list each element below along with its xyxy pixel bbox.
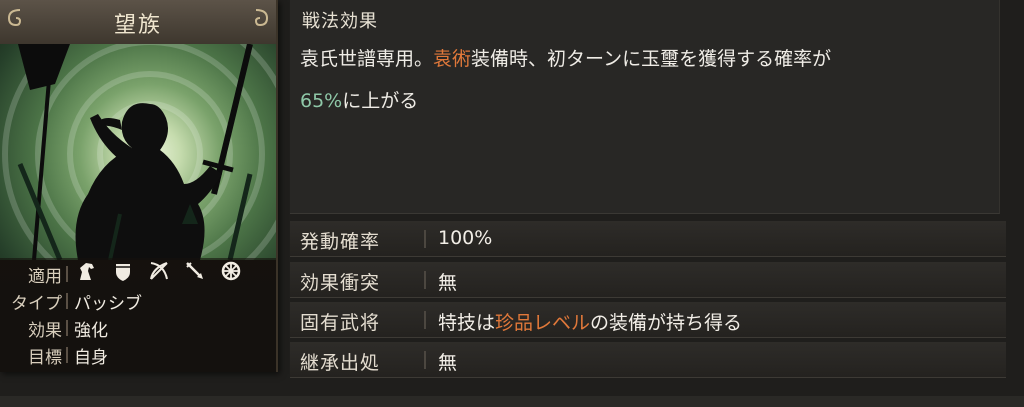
tactic-card: 望族 適用 タイプ パッシブ 効果 強化 目標 自身 bbox=[0, 0, 278, 372]
divider bbox=[424, 311, 426, 329]
divider bbox=[424, 271, 426, 289]
info-label: 効果 bbox=[28, 321, 62, 341]
attr-label: 発動確率 bbox=[300, 231, 381, 253]
type-row: タイプ パッシブ bbox=[0, 287, 276, 314]
divider bbox=[424, 351, 426, 369]
divider bbox=[66, 266, 68, 282]
effect-text-segment: に上がる bbox=[342, 90, 419, 112]
inheritance-source-value: 無 bbox=[438, 352, 458, 374]
activation-rate-value: 100% bbox=[438, 227, 493, 249]
divider bbox=[66, 347, 68, 363]
troop-icons bbox=[76, 260, 251, 286]
effect-title: 戦法効果 bbox=[302, 11, 378, 32]
effect-description-panel: 戦法効果 袁氏世譜専用。袁術装備時、初ターンに玉璽を獲得する確率が 65%に上がる bbox=[290, 0, 1000, 214]
general-name-highlight: 袁術 bbox=[433, 48, 472, 70]
divider bbox=[66, 293, 68, 309]
bottom-edge bbox=[0, 396, 1024, 407]
unique-general-value: 特技は珍品レベルの装備が持ち得る bbox=[438, 308, 742, 335]
applicable-troops-row: 適用 bbox=[0, 260, 276, 287]
card-title-bar: 望族 bbox=[0, 0, 276, 45]
spear-icon bbox=[184, 260, 206, 282]
type-value: パッシブ bbox=[74, 294, 142, 314]
unique-general-row: 固有武将 特技は珍品レベルの装備が持ち得る bbox=[290, 302, 1006, 338]
inheritance-source-row: 継承出処 無 bbox=[290, 342, 1006, 378]
scroll-ornament-icon bbox=[254, 9, 269, 27]
effect-text-segment: 袁氏世譜専用。 bbox=[300, 48, 434, 70]
info-label: 適用 bbox=[28, 267, 62, 287]
info-label: タイプ bbox=[11, 294, 62, 314]
effect-description: 袁氏世譜専用。袁術装備時、初ターンに玉璽を獲得する確率が 65%に上がる bbox=[300, 38, 990, 122]
activation-rate-row: 発動確率 100% bbox=[290, 221, 1006, 257]
wheel-icon bbox=[220, 260, 242, 282]
tactic-name: 望族 bbox=[113, 13, 162, 38]
target-row: 目標 自身 bbox=[0, 341, 276, 368]
value-text-segment: の装備が持ち得る bbox=[590, 312, 743, 334]
tactic-portrait bbox=[0, 44, 276, 260]
divider bbox=[66, 320, 68, 336]
shield-icon bbox=[112, 260, 134, 282]
divider bbox=[424, 230, 426, 248]
target-value: 自身 bbox=[74, 348, 108, 368]
card-info-panel: 適用 タイプ パッシブ 効果 強化 目標 自身 bbox=[0, 258, 276, 372]
effect-type-row: 効果 強化 bbox=[0, 314, 276, 341]
value-text-segment: 特技は bbox=[438, 312, 496, 334]
cavalry-icon bbox=[76, 260, 98, 282]
effect-text-segment: 装備時、初ターンに玉璽を獲得する確率が bbox=[471, 48, 832, 70]
rarity-highlight: 珍品レベル bbox=[495, 312, 591, 334]
effect-conflict-value: 無 bbox=[438, 272, 458, 294]
effect-type-value: 強化 bbox=[74, 321, 108, 341]
attr-label: 固有武将 bbox=[300, 312, 381, 334]
crossbow-icon bbox=[148, 260, 170, 282]
info-label: 目標 bbox=[28, 348, 62, 368]
probability-highlight: 65% bbox=[300, 90, 343, 112]
attr-label: 効果衝突 bbox=[300, 272, 381, 294]
attr-label: 継承出処 bbox=[300, 352, 381, 374]
effect-conflict-row: 効果衝突 無 bbox=[290, 262, 1006, 298]
